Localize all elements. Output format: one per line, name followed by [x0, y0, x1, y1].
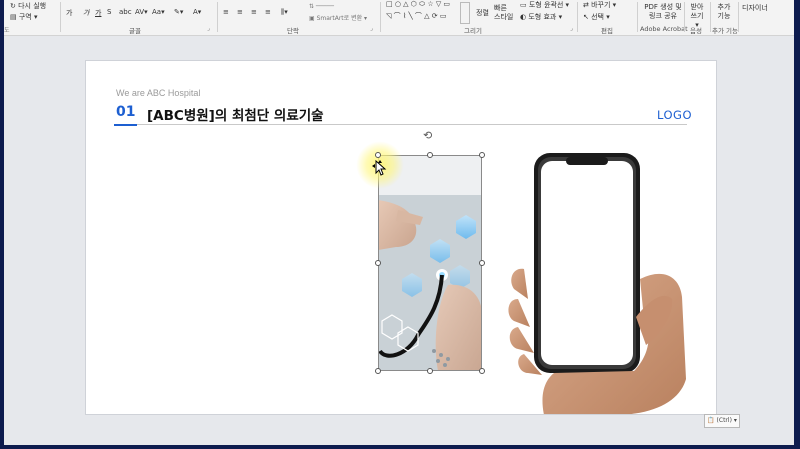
dictate-label: 받아쓰기 [690, 3, 704, 20]
app-window: ↻ 다시 실행 ▤ 구역 ▾ 도 가 가 가 S abc AV▾ Aa▾ ✎▾ … [4, 0, 794, 445]
shape-outline-button[interactable]: ▭ 도형 윤곽선 ▾ [520, 0, 569, 10]
slides-group-label: 도 [4, 27, 10, 34]
char-spacing-button[interactable]: AV▾ [135, 8, 148, 16]
highlight-icon[interactable]: ✎▾ [174, 8, 183, 16]
paragraph-group-label: 단락 [287, 27, 299, 35]
redo-label: 다시 실행 [18, 2, 47, 10]
select-label: 선택 [591, 13, 604, 21]
quick-styles-label: 빠른 스타일 [494, 4, 514, 21]
separator [217, 2, 218, 32]
italic-button[interactable]: 가 [83, 8, 89, 18]
shape-effect-label: 도형 효과 [528, 13, 557, 21]
voice-group-label: 음성 [690, 27, 702, 35]
text-direction-icon[interactable]: ⇅ ───── [309, 3, 334, 10]
replace-label: 바꾸기 [591, 1, 611, 9]
arrange-button[interactable]: 정렬 [476, 8, 489, 18]
font-color-icon[interactable]: A▾ [193, 8, 201, 16]
slide-subtitle: We are ABC Hospital [116, 88, 201, 98]
phone-in-hand-image[interactable] [504, 149, 717, 415]
resize-handle-sw[interactable] [375, 368, 381, 374]
bold-button[interactable]: 가 [66, 8, 72, 18]
smartart-button[interactable]: ▣ SmartArt로 변환 ▾ [309, 13, 367, 22]
font-dialog-launcher-icon[interactable]: ⌟ [207, 25, 210, 32]
addin-label: 추가 기능 [717, 3, 731, 20]
align-left-icon[interactable]: ≡ [223, 8, 229, 16]
strikethrough-button[interactable]: abc [119, 8, 132, 16]
section-button[interactable]: ▤ 구역 ▾ [10, 12, 37, 22]
shapes-gallery-row2[interactable]: ◹ ⌒ ⌇ ╲ ⌒ △ ⟳ ▭ [386, 11, 446, 21]
ribbon: ↻ 다시 실행 ▤ 구역 ▾ 도 가 가 가 S abc AV▾ Aa▾ ✎▾ … [4, 0, 794, 36]
paste-options-label: (Ctrl) [716, 417, 732, 424]
resize-handle-w[interactable] [375, 260, 381, 266]
move-cursor-icon [372, 159, 387, 176]
separator [738, 2, 739, 32]
case-button[interactable]: Aa▾ [152, 8, 165, 16]
columns-icon[interactable]: ⫼▾ [281, 8, 288, 17]
drawing-dialog-launcher-icon[interactable]: ⌟ [570, 25, 573, 32]
resize-handle-se[interactable] [479, 368, 485, 374]
arrange-label: 정렬 [476, 9, 489, 17]
selection-frame [378, 155, 482, 371]
designer-label: 디자이너 [742, 4, 768, 12]
addin-button[interactable]: 추가 기능 [714, 3, 734, 21]
designer-button[interactable]: 디자이너 [742, 3, 768, 13]
separator [710, 2, 711, 32]
select-button[interactable]: ↖ 선택 ▾ [583, 12, 610, 22]
separator [684, 2, 685, 32]
paste-options-button[interactable]: 📋 (Ctrl) ▾ [704, 414, 740, 428]
slide-canvas[interactable]: We are ABC Hospital 01 [ABC병원]의 최첨단 의료기술… [85, 60, 717, 415]
shapes-gallery-row1[interactable]: □ ○ △ ⬡ ⬭ ☆ ▽ ▭ [386, 0, 450, 9]
resize-handle-e[interactable] [479, 260, 485, 266]
paragraph-dialog-launcher-icon[interactable]: ⌟ [370, 25, 373, 32]
separator [637, 2, 638, 32]
acrobat-group-label: Adobe Acrobat [640, 25, 688, 33]
section-number: 01 [116, 104, 136, 120]
logo-text[interactable]: LOGO [657, 108, 692, 122]
section-label: 구역 [18, 13, 32, 21]
pdf-share-label: PDF 생성 및 링크 공유 [644, 3, 682, 20]
title-rule [137, 124, 687, 125]
addin-group-label: 추가 기능 [712, 27, 738, 35]
quick-styles-button[interactable]: 빠른 스타일 [494, 4, 514, 22]
drawing-group-label: 그리기 [464, 27, 482, 35]
separator [380, 2, 381, 32]
rotate-handle-icon[interactable]: ⟲ [423, 129, 432, 142]
resize-handle-ne[interactable] [479, 152, 485, 158]
edit-group-label: 편집 [601, 27, 613, 35]
redo-button[interactable]: ↻ 다시 실행 [10, 1, 46, 11]
align-right-icon[interactable]: ≡ [251, 8, 257, 16]
replace-button[interactable]: ⇄ 바꾸기 ▾ [583, 0, 616, 10]
justify-icon[interactable]: ≡ [265, 8, 271, 16]
separator [577, 2, 578, 32]
align-center-icon[interactable]: ≡ [237, 8, 243, 16]
underline-button[interactable]: 가 [95, 8, 101, 18]
resize-handle-nw[interactable] [375, 152, 381, 158]
smartart-label: SmartArt로 변환 [316, 15, 363, 22]
shape-effect-button[interactable]: ◐ 도형 효과 ▾ [520, 12, 562, 22]
font-group-label: 글꼴 [129, 27, 141, 35]
resize-handle-s[interactable] [427, 368, 433, 374]
number-underline [114, 124, 137, 126]
slide-title[interactable]: [ABC병원]의 최첨단 의료기술 [147, 104, 324, 124]
shapes-more-icon[interactable] [460, 2, 470, 24]
shadow-button[interactable]: S [107, 8, 111, 16]
shape-outline-label: 도형 윤곽선 [528, 1, 564, 9]
resize-handle-n[interactable] [427, 152, 433, 158]
separator [60, 2, 61, 32]
pdf-share-button[interactable]: PDF 생성 및 링크 공유 [642, 3, 684, 21]
